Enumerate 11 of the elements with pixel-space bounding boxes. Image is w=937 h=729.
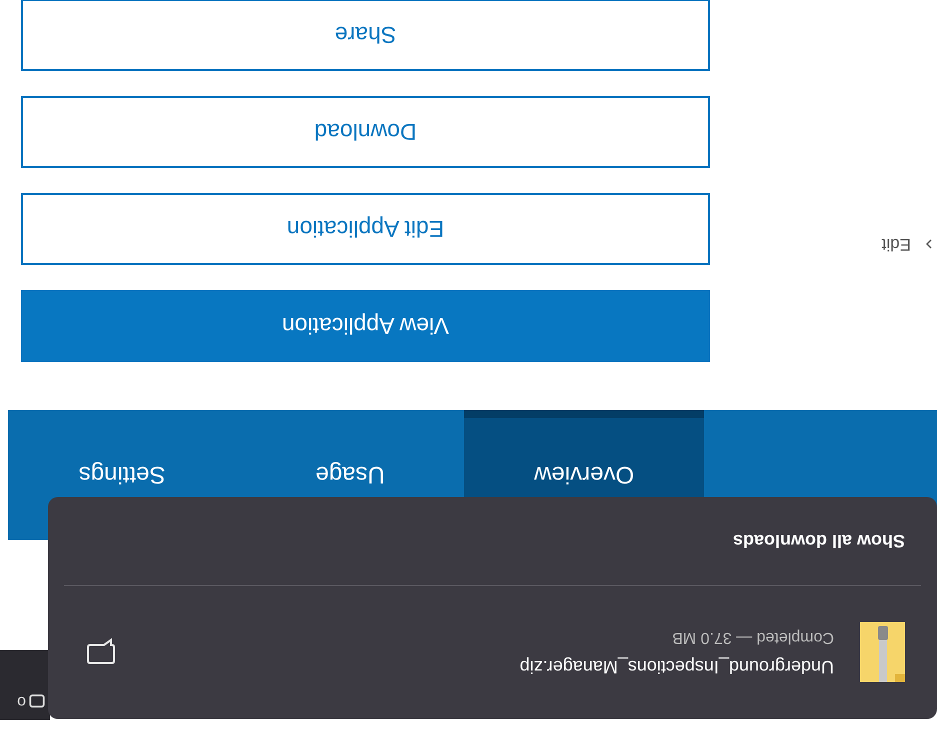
action-button[interactable]: Share bbox=[21, 0, 710, 71]
toolbar-text: o bbox=[17, 692, 26, 710]
download-status: Completed — 37.0 MB bbox=[671, 628, 834, 646]
action-button[interactable]: View Application bbox=[21, 290, 710, 362]
window-icon[interactable] bbox=[28, 692, 46, 710]
action-button[interactable]: Edit Application bbox=[21, 193, 710, 265]
file-name[interactable]: Underground_Inspections_Manager.zip bbox=[142, 656, 834, 677]
action-button[interactable]: Download bbox=[21, 96, 710, 168]
breadcrumb-link[interactable]: Edit bbox=[882, 234, 911, 254]
chevron-icon bbox=[925, 238, 933, 250]
zip-file-icon bbox=[860, 622, 905, 682]
